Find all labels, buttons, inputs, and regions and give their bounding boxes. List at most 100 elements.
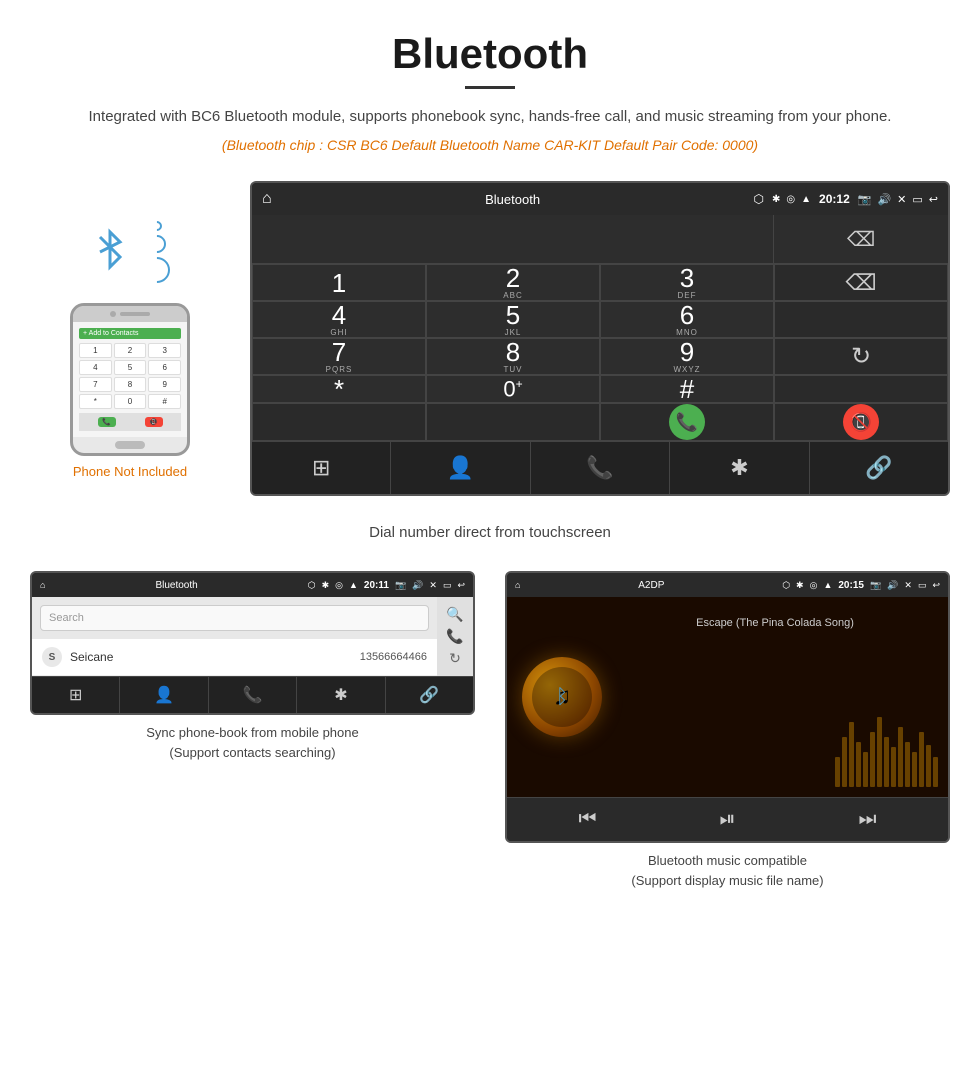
window-icon[interactable]: ▭: [912, 193, 922, 206]
contacts-nav-phone[interactable]: 📞: [209, 677, 297, 713]
contacts-screen: ⌂ Bluetooth ⬡ ✱ ◎ ▲ 20:11 📷 🔊 ✕ ▭ ↩: [30, 571, 475, 715]
key-2[interactable]: 2ABC: [426, 264, 600, 301]
bottom-screens: ⌂ Bluetooth ⬡ ✱ ◎ ▲ 20:11 📷 🔊 ✕ ▭ ↩: [0, 551, 980, 910]
eq-bars: [835, 717, 938, 787]
music-back-icon: ↩: [932, 580, 940, 591]
close-icon[interactable]: ✕: [897, 193, 906, 206]
reload-icon: ↻: [851, 342, 871, 371]
bt-overlay-icon: ᛒ: [556, 686, 568, 709]
contact-list: S Seicane 13566664466: [32, 639, 437, 676]
dialpad-grid: 1 2ABC 3DEF ⌫ 4GHI 5JKL: [252, 264, 948, 441]
contacts-nav-link[interactable]: 🔗: [386, 677, 473, 713]
wifi-waves: [152, 221, 170, 283]
search-input[interactable]: Search: [40, 605, 429, 631]
song-title: Escape (The Pina Colada Song): [612, 617, 938, 629]
phone-bottom-bar: 📞 📵: [79, 413, 181, 431]
eq-bar: [835, 757, 840, 787]
key-7[interactable]: 7PQRS: [252, 338, 426, 375]
backspace-button[interactable]: ⌫: [774, 215, 948, 263]
contact-number: 13566664466: [360, 651, 427, 663]
contacts-status-bar: ⌂ Bluetooth ⬡ ✱ ◎ ▲ 20:11 📷 🔊 ✕ ▭ ↩: [32, 573, 473, 597]
page-description: Integrated with BC6 Bluetooth module, su…: [0, 105, 980, 129]
cell-empty-3: [774, 375, 948, 403]
red-call-icon: 📵: [843, 404, 879, 440]
key-0[interactable]: 0+: [426, 375, 600, 403]
back-icon[interactable]: ↩: [929, 193, 938, 206]
bluetooth-status-icon: ✱: [772, 194, 780, 205]
main-content: + Add to Contacts 1 2 3 4 5 6 7 8 9 * 0 …: [0, 161, 980, 516]
camera-icon[interactable]: 📷: [858, 193, 872, 206]
key-star[interactable]: *: [252, 375, 426, 403]
music-sig-icon: ▲: [823, 580, 832, 590]
contacts-back-icon: ↩: [457, 580, 465, 591]
specs-line: (Bluetooth chip : CSR BC6 Default Blueto…: [0, 137, 980, 153]
contacts-nav-person[interactable]: 👤: [120, 677, 208, 713]
dialpad-display-row: ⌫: [252, 215, 948, 264]
music-controls: ⏮ ⏯ ⏭: [507, 797, 948, 841]
contacts-area: Search S Seicane 13566664466: [32, 597, 437, 676]
music-close-icon: ✕: [904, 580, 912, 591]
time-display: 20:12: [819, 192, 850, 206]
key-3[interactable]: 3DEF: [600, 264, 774, 301]
status-bar: ⌂ Bluetooth ⬡ ✱ ◎ ▲ 20:12 📷 🔊 ✕ ▭ ↩: [252, 183, 948, 215]
contacts-nav-bt[interactable]: ✱: [297, 677, 385, 713]
contacts-sidebar: 🔍 📞 ↻: [437, 597, 473, 676]
music-area: ♫ ᛒ Escape (The Pina Colada Song): [507, 597, 948, 797]
main-caption: Dial number direct from touchscreen: [0, 524, 980, 541]
contacts-sig-icon: ▲: [349, 580, 358, 590]
volume-icon[interactable]: 🔊: [877, 193, 891, 206]
key-4[interactable]: 4GHI: [252, 301, 426, 338]
key-6[interactable]: 6MNO: [600, 301, 774, 338]
key-8[interactable]: 8TUV: [426, 338, 600, 375]
contacts-bottom-nav: ⊞ 👤 📞 ✱ 🔗: [32, 676, 473, 713]
nav-phone[interactable]: 📞: [531, 442, 670, 494]
music-cam-icon: 📷: [870, 580, 881, 591]
play-pause-button[interactable]: ⏯: [720, 808, 736, 831]
phone-end-btn[interactable]: 📵: [145, 417, 163, 427]
music-screen-title: A2DP: [526, 580, 776, 591]
contacts-home-icon[interactable]: ⌂: [40, 580, 45, 590]
contacts-screen-title: Bluetooth: [51, 580, 301, 591]
page-title: Bluetooth: [0, 30, 980, 78]
contacts-vol-icon: 🔊: [412, 580, 423, 591]
skip-prev-button[interactable]: ⏮: [579, 808, 597, 831]
music-screen: ⌂ A2DP ⬡ ✱ ◎ ▲ 20:15 📷 🔊 ✕ ▭ ↩ ♫: [505, 571, 950, 843]
phone-screen: + Add to Contacts 1 2 3 4 5 6 7 8 9 * 0 …: [73, 322, 187, 437]
dialpad-display: [252, 215, 774, 263]
contact-letter: S: [42, 647, 62, 667]
home-icon[interactable]: ⌂: [262, 190, 272, 208]
end-call-button[interactable]: 📵: [774, 403, 948, 441]
contacts-main: Search S Seicane 13566664466: [32, 597, 437, 676]
search-sidebar-icon[interactable]: 🔍: [446, 606, 463, 623]
nav-grid[interactable]: ⊞: [252, 442, 391, 494]
key-5[interactable]: 5JKL: [426, 301, 600, 338]
bottom-nav: ⊞ 👤 📞 ✱ 🔗: [252, 441, 948, 494]
phone-call-btn[interactable]: 📞: [98, 417, 116, 427]
page-header: Bluetooth Integrated with BC6 Bluetooth …: [0, 0, 980, 161]
music-bt-icon: ✱: [796, 580, 804, 591]
bluetooth-symbol: [90, 222, 140, 282]
phone-mockup: + Add to Contacts 1 2 3 4 5 6 7 8 9 * 0 …: [70, 303, 190, 456]
phone-sidebar-icon[interactable]: 📞: [446, 628, 463, 645]
reload-sidebar-icon[interactable]: ↻: [449, 650, 461, 667]
call-button[interactable]: 📞: [600, 403, 774, 441]
contacts-nav-grid[interactable]: ⊞: [32, 677, 120, 713]
music-vol-icon: 🔊: [887, 580, 898, 591]
contacts-caption: Sync phone-book from mobile phone(Suppor…: [146, 723, 358, 762]
key-hash[interactable]: #: [600, 375, 774, 403]
music-time: 20:15: [838, 580, 864, 591]
contact-row[interactable]: S Seicane 13566664466: [32, 639, 437, 676]
contacts-usb-icon: ⬡: [308, 580, 316, 591]
nav-link[interactable]: 🔗: [810, 442, 948, 494]
skip-next-button[interactable]: ⏭: [859, 808, 877, 831]
music-home-icon[interactable]: ⌂: [515, 580, 520, 590]
key-9[interactable]: 9WXYZ: [600, 338, 774, 375]
nav-contacts[interactable]: 👤: [391, 442, 530, 494]
search-bar-area: Search: [32, 597, 437, 639]
key-1[interactable]: 1: [252, 264, 426, 301]
contacts-time: 20:11: [364, 580, 389, 591]
nav-bluetooth[interactable]: ✱: [670, 442, 809, 494]
cell-reload[interactable]: ↻: [774, 338, 948, 375]
phone-dialpad: 1 2 3 4 5 6 7 8 9 * 0 #: [79, 343, 181, 409]
phone-not-included: Phone Not Included: [73, 464, 187, 479]
